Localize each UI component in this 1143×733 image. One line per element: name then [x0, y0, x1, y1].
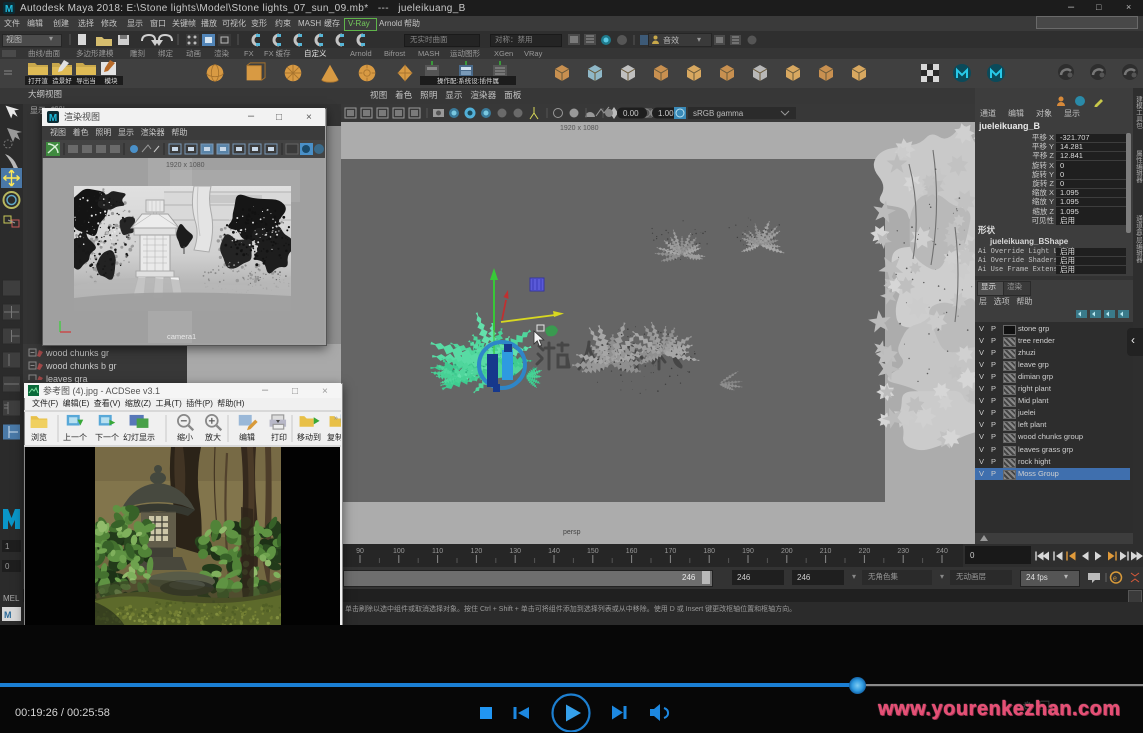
svg-text:230: 230: [897, 548, 909, 555]
svg-text:编辑: 编辑: [239, 432, 255, 442]
svg-text:130: 130: [509, 548, 521, 555]
svg-text:导出当: 导出当: [76, 76, 96, 85]
svg-text:浏览: 浏览: [31, 432, 47, 442]
svg-text:下一个: 下一个: [95, 433, 119, 442]
svg-text:120: 120: [471, 548, 483, 555]
svg-text:M: M: [5, 4, 13, 14]
svg-text:190: 190: [742, 548, 754, 555]
svg-text:打开渲: 打开渲: [28, 76, 48, 85]
svg-text:操作配:系统设:插件属: 操作配:系统设:插件属: [437, 76, 499, 85]
svg-text:造景好: 造景好: [52, 76, 72, 85]
svg-text:210: 210: [820, 548, 832, 555]
svg-text:240: 240: [936, 548, 948, 555]
svg-text:200: 200: [781, 548, 793, 555]
svg-text:1.00: 1.00: [658, 109, 674, 118]
svg-text:180: 180: [703, 548, 715, 555]
svg-text:幻灯显示: 幻灯显示: [123, 432, 155, 442]
svg-text:140: 140: [548, 548, 560, 555]
svg-text:sRGB gamma: sRGB gamma: [693, 109, 744, 118]
svg-text:»: »: [334, 415, 338, 422]
svg-text:1: 1: [5, 542, 10, 551]
svg-text:110: 110: [432, 548, 443, 555]
svg-text:复制到: 复制到: [327, 432, 341, 442]
svg-text:100: 100: [393, 548, 405, 555]
svg-text:缩小: 缩小: [177, 432, 193, 442]
svg-text:0.00: 0.00: [623, 109, 639, 118]
svg-text:90: 90: [356, 548, 364, 555]
svg-text:打印: 打印: [271, 432, 287, 442]
svg-text:220: 220: [859, 548, 871, 555]
svg-text:e: e: [1113, 576, 1117, 583]
svg-text:MEL: MEL: [3, 594, 20, 603]
svg-text:0: 0: [5, 562, 10, 571]
svg-text:M: M: [49, 113, 57, 123]
svg-text:150: 150: [587, 548, 599, 555]
svg-text:移动到: 移动到: [297, 432, 321, 442]
svg-text:上一个: 上一个: [63, 433, 87, 442]
svg-text:放大: 放大: [205, 432, 221, 442]
svg-text:M: M: [4, 610, 12, 620]
svg-text:160: 160: [626, 548, 638, 555]
svg-text:170: 170: [665, 548, 677, 555]
svg-text:模块: 模块: [105, 76, 119, 85]
